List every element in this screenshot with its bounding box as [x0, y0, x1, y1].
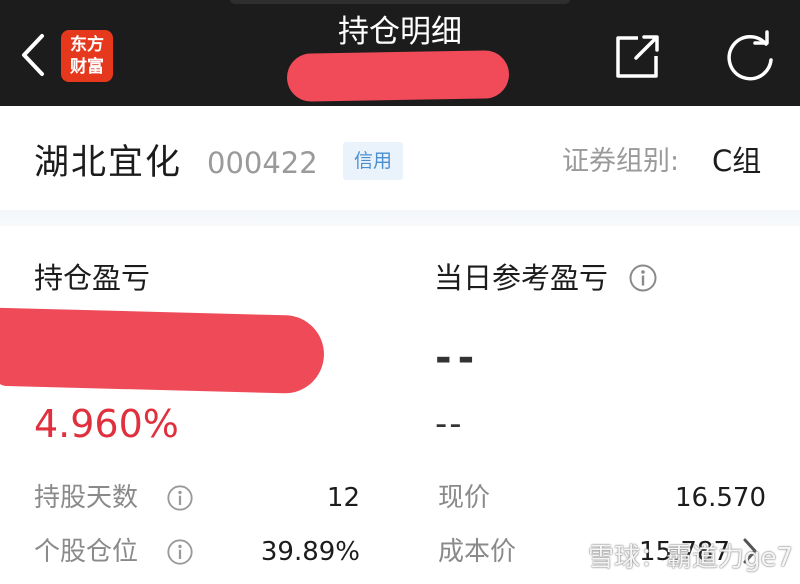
status-notch	[230, 0, 570, 4]
position-ratio-value: 39.89%	[260, 537, 360, 567]
stock-code: 000422	[207, 146, 318, 180]
stock-name: 湖北宜化	[34, 143, 183, 183]
info-icon[interactable]	[166, 538, 194, 566]
current-price-label: 现价	[438, 483, 491, 513]
cost-price-label: 成本价	[438, 537, 517, 567]
security-group-label: 证券组别:	[562, 146, 680, 177]
info-icon[interactable]	[628, 263, 658, 293]
holding-pl-percent: 4.960%	[34, 402, 179, 446]
redaction-mark	[286, 50, 510, 102]
watermark-text: 雪球：霸道力ge7	[588, 543, 794, 573]
hold-days-label: 持股天数	[34, 483, 139, 513]
today-pl-value: --	[435, 335, 481, 381]
page-title: 持仓明细	[338, 14, 462, 50]
eastmoney-logo: 东方 财富	[61, 30, 113, 82]
today-pl-label: 当日参考盈亏	[434, 261, 609, 295]
current-price-value: 16.570	[675, 483, 766, 513]
today-pl-percent: --	[435, 404, 464, 444]
info-icon[interactable]	[166, 484, 194, 512]
section-divider	[0, 210, 800, 226]
position-ratio-label: 个股仓位	[34, 537, 139, 567]
security-group-value[interactable]: C组	[712, 140, 761, 182]
holding-pl-label: 持仓盈亏	[34, 261, 151, 295]
hold-days-value: 12	[326, 483, 360, 513]
redaction-mark	[0, 307, 325, 395]
credit-badge: 信用	[343, 142, 403, 180]
back-icon[interactable]	[18, 32, 48, 78]
watermark: 雪球：霸道力ge7	[548, 538, 793, 578]
stock-info-row: 湖北宜化 000422 信用 证券组别: C组	[0, 106, 800, 210]
external-share-icon[interactable]	[612, 32, 662, 80]
refresh-icon[interactable]	[722, 30, 778, 82]
